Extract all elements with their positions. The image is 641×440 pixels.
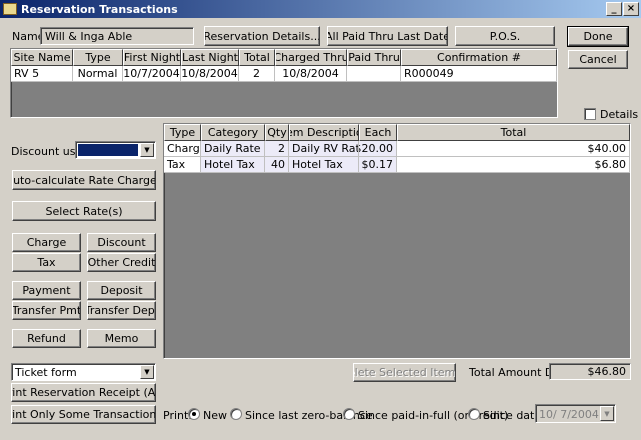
- minimize-button[interactable]: _: [606, 2, 622, 16]
- cancel-button[interactable]: Cancel: [568, 50, 628, 69]
- col-tx-total[interactable]: Total: [397, 124, 630, 141]
- radio-since-zero-balance[interactable]: [230, 408, 242, 420]
- print-some-button[interactable]: Print Only Some Transactions:: [11, 405, 156, 424]
- chevron-down-icon[interactable]: ▼: [600, 406, 614, 421]
- table-row-cell[interactable]: RV 5: [11, 66, 73, 82]
- discount-selected-value: [78, 144, 138, 156]
- table-row-cell[interactable]: [347, 66, 401, 82]
- app-icon: [3, 3, 17, 15]
- radio-since-date[interactable]: [468, 408, 480, 420]
- radio-new[interactable]: [188, 408, 200, 420]
- table-row-cell[interactable]: Normal: [73, 66, 123, 82]
- reservation-details-button[interactable]: Reservation Details...: [204, 26, 320, 46]
- table-row-cell[interactable]: 40: [265, 157, 289, 173]
- delete-selected-button[interactable]: Delete Selected Item(s): [353, 363, 456, 382]
- window-title: Reservation Transactions: [21, 2, 178, 16]
- charge-button[interactable]: Charge: [12, 233, 81, 252]
- pos-button[interactable]: P.O.S.: [455, 26, 555, 46]
- col-type[interactable]: Type: [73, 49, 123, 66]
- table-row-cell[interactable]: 10/7/2004: [123, 66, 181, 82]
- details-label: Details: [600, 108, 639, 121]
- discount-button[interactable]: Discount: [87, 233, 156, 252]
- tax-button[interactable]: Tax: [12, 253, 81, 272]
- transfer-dep-button[interactable]: Transfer Dep.: [87, 301, 156, 320]
- table-row-cell[interactable]: Daily Rate: [201, 141, 265, 157]
- table-row-cell[interactable]: Daily RV Rate: [289, 141, 359, 157]
- transactions-grid[interactable]: Type Category Qty Item Description Each …: [163, 123, 631, 359]
- col-paid-thru[interactable]: Paid Thru: [347, 49, 401, 66]
- sites-grid[interactable]: Site Name Type First Night Last Night To…: [10, 48, 558, 118]
- table-row-cell[interactable]: $20.00: [359, 141, 397, 157]
- deposit-button[interactable]: Deposit: [87, 281, 156, 300]
- col-tx-category[interactable]: Category: [201, 124, 265, 141]
- discount-select[interactable]: ▼: [75, 141, 156, 159]
- col-charged-thru[interactable]: Charged Thru: [275, 49, 347, 66]
- table-row-cell[interactable]: $40.00: [397, 141, 630, 157]
- col-first-night[interactable]: First Night: [123, 49, 181, 66]
- print-receipt-button[interactable]: Print Reservation Receipt (All): [11, 383, 156, 402]
- col-confirmation[interactable]: Confirmation #: [401, 49, 557, 66]
- col-total[interactable]: Total: [239, 49, 275, 66]
- chevron-down-icon[interactable]: ▼: [140, 143, 154, 157]
- name-field: Will & Inga Able: [40, 27, 194, 45]
- table-row-cell[interactable]: 2: [239, 66, 275, 82]
- table-row-cell[interactable]: Hotel Tax: [201, 157, 265, 173]
- col-site-name[interactable]: Site Name: [11, 49, 73, 66]
- auto-calculate-button[interactable]: Auto-calculate Rate Charges: [12, 170, 156, 190]
- done-button[interactable]: Done: [567, 26, 629, 47]
- table-row-cell[interactable]: 2: [265, 141, 289, 157]
- payment-button[interactable]: Payment: [12, 281, 81, 300]
- table-row-cell[interactable]: Tax: [164, 157, 201, 173]
- col-tx-type[interactable]: Type: [164, 124, 201, 141]
- table-row-cell[interactable]: Hotel Tax: [289, 157, 359, 173]
- title-bar: Reservation Transactions: [0, 0, 641, 18]
- table-row-cell[interactable]: 10/8/2004: [181, 66, 239, 82]
- all-paid-thru-button[interactable]: All Paid Thru Last Date: [327, 26, 448, 46]
- details-checkbox[interactable]: [584, 108, 596, 120]
- since-date-value: 10/ 7/2004: [539, 408, 599, 421]
- other-credit-button[interactable]: Other Credit: [87, 253, 156, 272]
- memo-button[interactable]: Memo: [87, 329, 156, 348]
- close-button[interactable]: ×: [623, 2, 639, 16]
- ticket-form-value: Ticket form: [15, 366, 77, 379]
- col-tx-description[interactable]: Item Description: [289, 124, 359, 141]
- table-row-cell[interactable]: R000049: [401, 66, 557, 82]
- ticket-form-select[interactable]: Ticket form ▼: [11, 363, 156, 381]
- table-row-cell[interactable]: $6.80: [397, 157, 630, 173]
- table-row-cell[interactable]: $0.17: [359, 157, 397, 173]
- radio-new-label: New: [203, 409, 227, 422]
- total-amount: $46.80: [549, 363, 631, 380]
- select-rates-button[interactable]: Select Rate(s): [12, 201, 156, 221]
- since-date-picker[interactable]: 10/ 7/2004 ▼: [535, 404, 616, 423]
- col-tx-qty[interactable]: Qty: [265, 124, 289, 141]
- transfer-pmt-button[interactable]: Transfer Pmt: [12, 301, 81, 320]
- table-row-cell[interactable]: Charge: [164, 141, 201, 157]
- col-last-night[interactable]: Last Night: [181, 49, 239, 66]
- radio-since-paid-in-full[interactable]: [343, 408, 355, 420]
- refund-button[interactable]: Refund: [12, 329, 81, 348]
- col-tx-each[interactable]: Each: [359, 124, 397, 141]
- chevron-down-icon[interactable]: ▼: [140, 365, 154, 379]
- table-row-cell[interactable]: 10/8/2004: [275, 66, 347, 82]
